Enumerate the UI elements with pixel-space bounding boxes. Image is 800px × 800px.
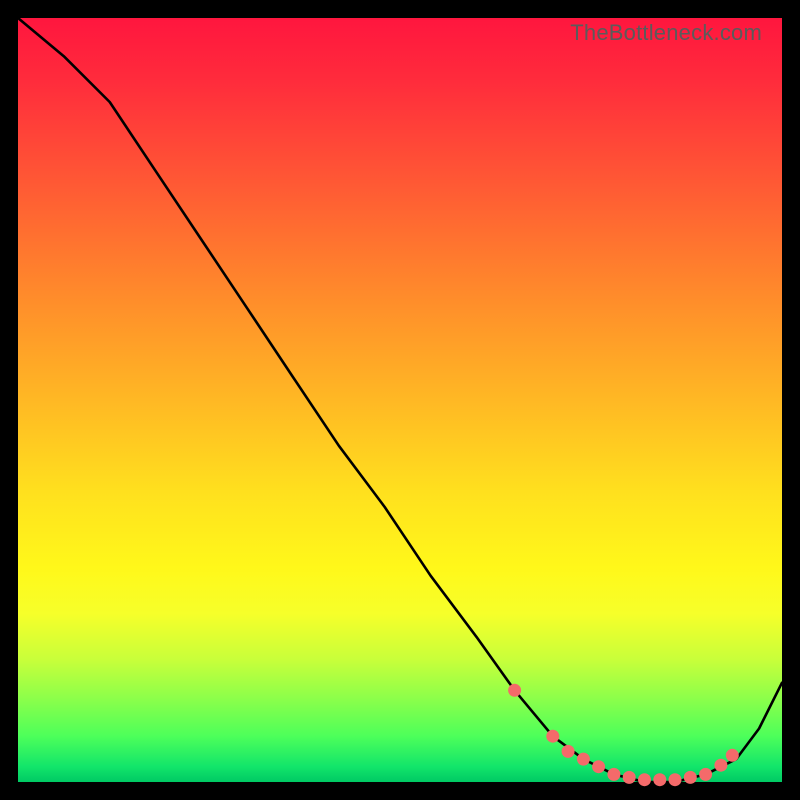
data-marker [592, 760, 605, 773]
marker-layer [508, 684, 739, 786]
data-marker [623, 771, 636, 784]
data-marker [638, 773, 651, 786]
data-marker [669, 773, 682, 786]
curve-layer [18, 18, 782, 782]
data-marker [714, 759, 727, 772]
data-marker [508, 684, 521, 697]
data-marker [684, 771, 697, 784]
data-marker [577, 753, 590, 766]
chart-frame: TheBottleneck.com [18, 18, 782, 782]
data-marker [546, 730, 559, 743]
chart-svg [18, 18, 782, 782]
data-marker [653, 773, 666, 786]
data-marker [562, 745, 575, 758]
data-marker [699, 768, 712, 781]
data-marker [607, 768, 620, 781]
data-marker [726, 749, 739, 762]
curve-path [18, 18, 782, 782]
